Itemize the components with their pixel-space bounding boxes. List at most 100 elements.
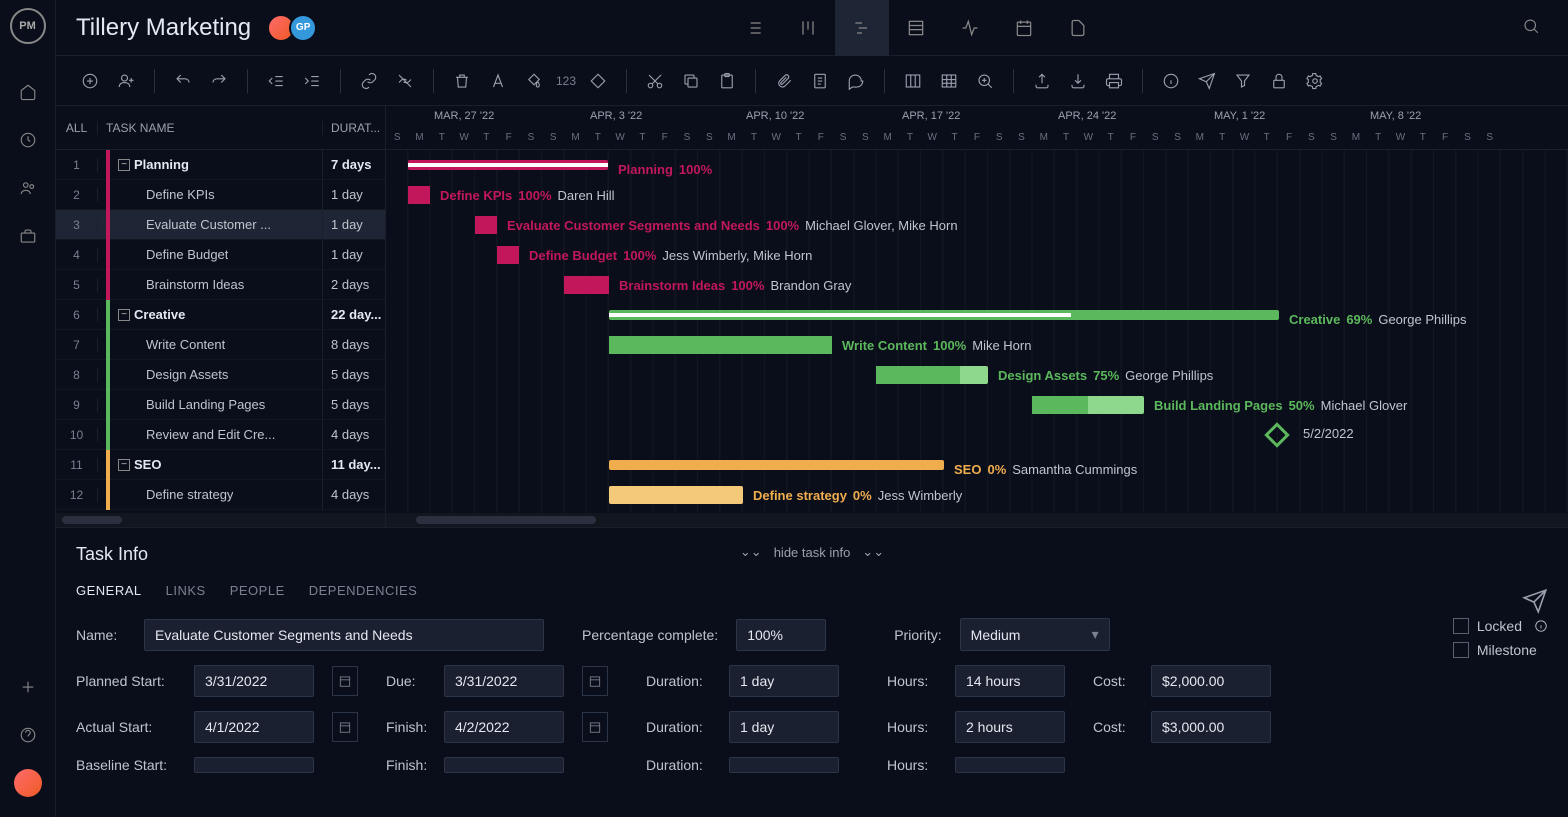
copy-icon[interactable] (677, 67, 705, 95)
baseline-hours-input[interactable] (955, 757, 1065, 773)
diamond-icon[interactable] (584, 67, 612, 95)
cut-icon[interactable] (641, 67, 669, 95)
attachment-icon[interactable] (770, 67, 798, 95)
list-view-icon[interactable] (727, 0, 781, 56)
sheet-view-icon[interactable] (889, 0, 943, 56)
calendar-icon[interactable] (582, 712, 608, 742)
filter-icon[interactable] (1229, 67, 1257, 95)
clock-icon[interactable] (10, 122, 46, 158)
indent-icon[interactable] (298, 67, 326, 95)
tab-dependencies[interactable]: DEPENDENCIES (309, 583, 418, 598)
hours-input[interactable]: 14 hours (955, 665, 1065, 697)
col-header-all[interactable]: ALL (56, 121, 98, 135)
outdent-icon[interactable] (262, 67, 290, 95)
add-icon[interactable] (10, 669, 46, 705)
undo-icon[interactable] (169, 67, 197, 95)
locked-checkbox[interactable] (1453, 618, 1469, 634)
duration2-input[interactable]: 1 day (729, 711, 839, 743)
baseline-start-input[interactable] (194, 757, 314, 773)
print-icon[interactable] (1100, 67, 1128, 95)
tab-general[interactable]: GENERAL (76, 583, 142, 598)
gantt-view-icon[interactable] (835, 0, 889, 56)
redo-icon[interactable] (205, 67, 233, 95)
baseline-finish-input[interactable] (444, 757, 564, 773)
note-icon[interactable] (806, 67, 834, 95)
board-view-icon[interactable] (781, 0, 835, 56)
hide-task-info-button[interactable]: ⌄⌄ hide task info ⌄⌄ (740, 544, 884, 560)
hours2-input[interactable]: 2 hours (955, 711, 1065, 743)
home-icon[interactable] (10, 74, 46, 110)
name-input[interactable]: Evaluate Customer Segments and Needs (144, 619, 544, 651)
top-bar: Tillery Marketing GP (56, 0, 1568, 56)
avatar-group[interactable]: GP (267, 14, 317, 42)
cost2-input[interactable]: $3,000.00 (1151, 711, 1271, 743)
activity-view-icon[interactable] (943, 0, 997, 56)
toolbar: 123 (56, 56, 1568, 106)
table-row[interactable]: 12 Define strategy 4 days (56, 480, 385, 510)
table-row[interactable]: 2 Define KPIs 1 day (56, 180, 385, 210)
send-icon[interactable] (1193, 67, 1221, 95)
settings-icon[interactable] (1301, 67, 1329, 95)
app-logo[interactable]: PM (10, 8, 46, 44)
baseline-duration-input[interactable] (729, 757, 839, 773)
info-icon[interactable] (1157, 67, 1185, 95)
view-switcher (727, 0, 1105, 56)
table-row[interactable]: 6 − Creative 22 day... (56, 300, 385, 330)
add-task-icon[interactable] (76, 67, 104, 95)
planned-start-label: Planned Start: (76, 673, 176, 689)
table-row[interactable]: 4 Define Budget 1 day (56, 240, 385, 270)
file-view-icon[interactable] (1051, 0, 1105, 56)
help-icon[interactable] (10, 717, 46, 753)
tab-links[interactable]: LINKS (166, 583, 206, 598)
briefcase-icon[interactable] (10, 218, 46, 254)
unlink-icon[interactable] (391, 67, 419, 95)
link-icon[interactable] (355, 67, 383, 95)
table-row[interactable]: 3 Evaluate Customer ... 1 day (56, 210, 385, 240)
avatar[interactable]: GP (289, 14, 317, 42)
send-icon[interactable] (1522, 588, 1548, 617)
delete-icon[interactable] (448, 67, 476, 95)
tab-people[interactable]: PEOPLE (230, 583, 285, 598)
table-row[interactable]: 8 Design Assets 5 days (56, 360, 385, 390)
horizontal-scrollbar[interactable] (386, 513, 1568, 527)
import-icon[interactable] (1064, 67, 1092, 95)
duration-input[interactable]: 1 day (729, 665, 839, 697)
color-icon[interactable] (520, 67, 548, 95)
col-header-name[interactable]: TASK NAME (98, 121, 323, 135)
team-icon[interactable] (10, 170, 46, 206)
horizontal-scrollbar[interactable] (56, 513, 385, 527)
gantt-body[interactable]: Planning100% Define KPIs100%Daren Hill E… (386, 150, 1568, 513)
export-icon[interactable] (1028, 67, 1056, 95)
project-title: Tillery Marketing (76, 14, 251, 42)
table-row[interactable]: 11 − SEO 11 day... (56, 450, 385, 480)
table-row[interactable]: 9 Build Landing Pages 5 days (56, 390, 385, 420)
user-avatar-icon[interactable] (10, 765, 46, 801)
font-icon[interactable] (484, 67, 512, 95)
grid-icon[interactable] (935, 67, 963, 95)
table-row[interactable]: 10 Review and Edit Cre... 4 days (56, 420, 385, 450)
calendar-icon[interactable] (582, 666, 608, 696)
finish-input[interactable]: 4/2/2022 (444, 711, 564, 743)
columns-icon[interactable] (899, 67, 927, 95)
priority-select[interactable]: Medium▾ (960, 618, 1110, 651)
actual-start-input[interactable]: 4/1/2022 (194, 711, 314, 743)
cost-input[interactable]: $2,000.00 (1151, 665, 1271, 697)
calendar-icon[interactable] (332, 666, 358, 696)
calendar-view-icon[interactable] (997, 0, 1051, 56)
calendar-icon[interactable] (332, 712, 358, 742)
col-header-duration[interactable]: DURAT... (323, 121, 385, 135)
table-row[interactable]: 1 − Planning 7 days (56, 150, 385, 180)
milestone-checkbox[interactable] (1453, 642, 1469, 658)
table-row[interactable]: 7 Write Content 8 days (56, 330, 385, 360)
lock-icon[interactable] (1265, 67, 1293, 95)
comment-icon[interactable] (842, 67, 870, 95)
paste-icon[interactable] (713, 67, 741, 95)
pct-input[interactable]: 100% (736, 619, 826, 651)
table-row[interactable]: 5 Brainstorm Ideas 2 days (56, 270, 385, 300)
zoom-icon[interactable] (971, 67, 999, 95)
planned-start-input[interactable]: 3/31/2022 (194, 665, 314, 697)
priority-label: Priority: (894, 627, 941, 643)
add-user-icon[interactable] (112, 67, 140, 95)
due-input[interactable]: 3/31/2022 (444, 665, 564, 697)
search-icon[interactable] (1514, 9, 1548, 46)
